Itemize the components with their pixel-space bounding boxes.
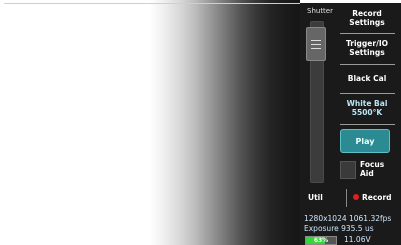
trigger-io-label-line2: Settings bbox=[349, 48, 385, 57]
exposure-readout: Exposure 935.5 us bbox=[304, 224, 374, 233]
menu-divider bbox=[340, 64, 395, 65]
control-panel: Shutter Record Settings Trigger/IO Setti… bbox=[300, 3, 401, 245]
record-dot-icon bbox=[353, 194, 359, 200]
record-settings-label-line2: Settings bbox=[349, 18, 385, 27]
white-bal-value: 5500°K bbox=[351, 108, 383, 117]
record-settings-button[interactable]: Record Settings bbox=[338, 9, 396, 27]
black-cal-button[interactable]: Black Cal bbox=[338, 74, 396, 83]
record-button[interactable]: Record bbox=[362, 193, 392, 202]
shutter-label: Shutter bbox=[307, 7, 333, 15]
focus-aid-checkbox[interactable] bbox=[340, 161, 356, 179]
white-bal-label-line1: White Bal bbox=[346, 99, 388, 108]
battery-indicator: 63% bbox=[305, 236, 337, 245]
focus-aid-label-line1: Focus bbox=[360, 160, 385, 169]
black-cal-label: Black Cal bbox=[347, 74, 387, 83]
preview-top-edge bbox=[4, 3, 300, 4]
menu-divider bbox=[340, 33, 395, 34]
camera-preview[interactable] bbox=[0, 0, 300, 245]
resolution-fps-readout: 1280x1024 1061.32fps bbox=[304, 214, 392, 223]
menu-divider bbox=[340, 93, 395, 94]
focus-aid-label-line2: Aid bbox=[360, 169, 374, 178]
record-settings-label-line1: Record bbox=[352, 9, 382, 18]
button-divider bbox=[346, 189, 347, 207]
util-button[interactable]: Util bbox=[308, 193, 323, 202]
trigger-io-label-line1: Trigger/IO bbox=[346, 39, 388, 48]
menu-divider bbox=[340, 124, 395, 125]
focus-aid-label[interactable]: Focus Aid bbox=[360, 160, 384, 178]
voltage-readout: 11.06V bbox=[344, 235, 371, 244]
trigger-io-settings-button[interactable]: Trigger/IO Settings bbox=[338, 39, 396, 57]
battery-percent: 63% bbox=[313, 237, 329, 244]
play-button[interactable]: Play bbox=[340, 129, 390, 153]
white-balance-button[interactable]: White Bal 5500°K bbox=[338, 99, 396, 117]
shutter-slider-thumb[interactable] bbox=[306, 27, 326, 61]
